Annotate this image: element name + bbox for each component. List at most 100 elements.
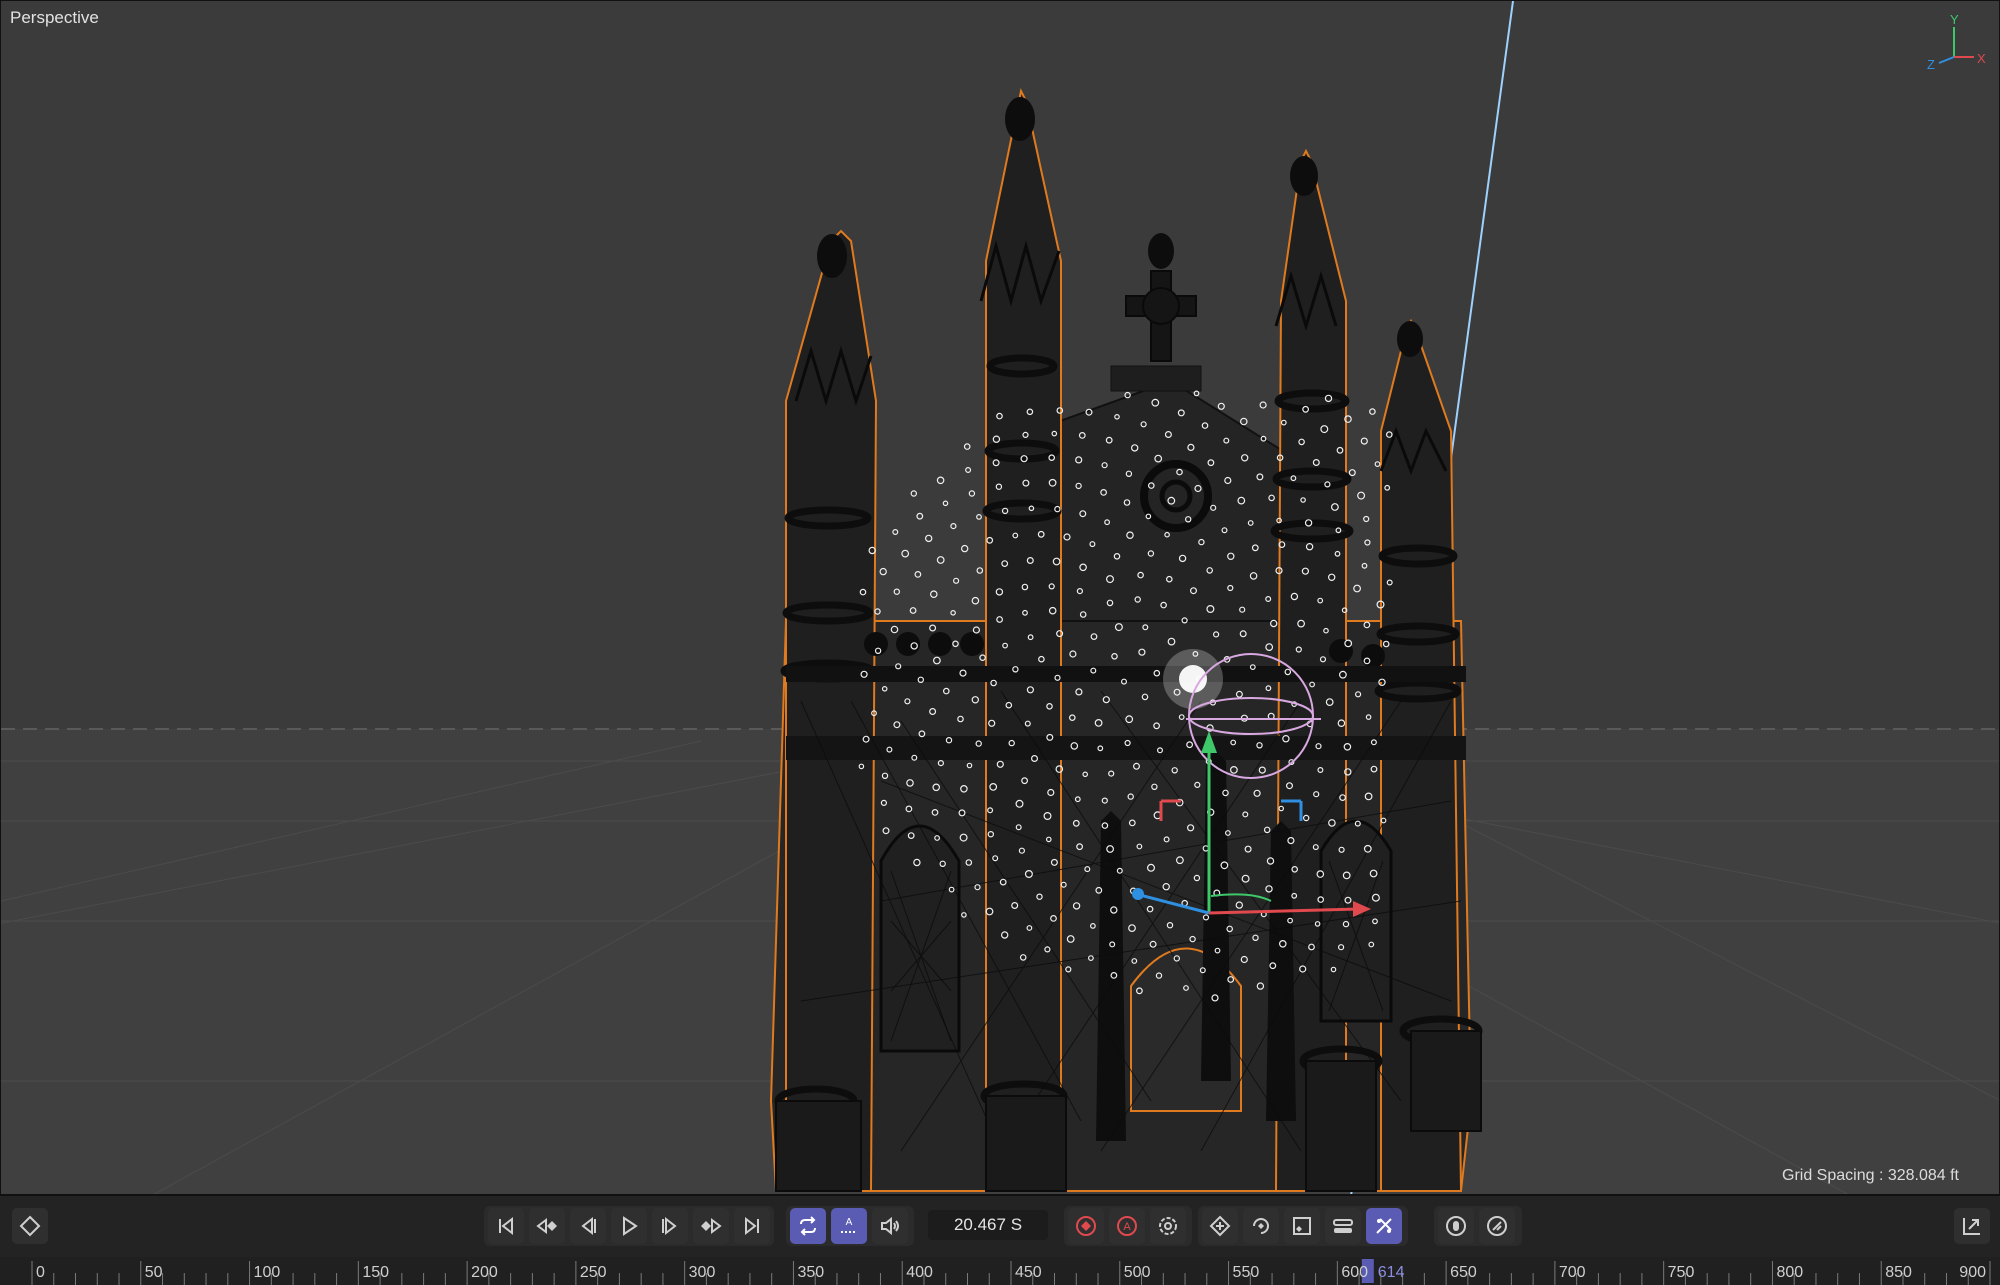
3d-viewport[interactable]: Perspective Y X Z Grid Spacing : 328.084… bbox=[0, 0, 2000, 1195]
timeline-expand-icon bbox=[1963, 1218, 1980, 1235]
scale-key-icon bbox=[1293, 1217, 1311, 1235]
ruler-tick-label: 450 bbox=[1015, 1264, 1042, 1281]
particle-dot bbox=[879, 567, 887, 576]
scene-canvas[interactable] bbox=[1, 1, 2000, 1195]
particle-dot bbox=[1357, 491, 1366, 500]
particle-dot bbox=[914, 571, 922, 578]
particle-dot bbox=[929, 590, 938, 599]
particle-dot bbox=[936, 476, 945, 485]
move-key-icon bbox=[1209, 1215, 1231, 1237]
particle-dot bbox=[910, 490, 918, 497]
audio-button[interactable] bbox=[872, 1208, 908, 1244]
record-key-button[interactable] bbox=[1068, 1208, 1104, 1244]
particle-dot bbox=[874, 608, 881, 615]
speaker-icon bbox=[881, 1216, 899, 1236]
autokey-icon: A bbox=[841, 1217, 857, 1233]
particle-dot bbox=[952, 577, 960, 584]
particle-dot bbox=[1240, 417, 1248, 426]
ruler-tick-label: 600 bbox=[1341, 1264, 1368, 1281]
auto-key-icon: A bbox=[1117, 1216, 1137, 1236]
particle-dot bbox=[901, 549, 910, 558]
ruler-tick-label: 200 bbox=[471, 1264, 498, 1281]
light-glow bbox=[1163, 649, 1223, 709]
ruler-tick-label: 100 bbox=[254, 1264, 281, 1281]
ruler-tick-label: 0 bbox=[36, 1264, 45, 1281]
timeline-ruler[interactable]: 0 50 100 150 200 250 300 350 400 450 500 550 600 650 7… bbox=[0, 1257, 2000, 1285]
ruler-tick-label: 900 bbox=[1959, 1264, 1986, 1281]
particle-dot bbox=[942, 500, 949, 507]
onion-skin-button[interactable] bbox=[1479, 1208, 1515, 1244]
svg-text:A: A bbox=[1123, 1221, 1131, 1233]
pla-key-icon bbox=[1376, 1218, 1392, 1234]
ruler-tick-label: 50 bbox=[145, 1264, 163, 1281]
auto-key-button[interactable]: A bbox=[1109, 1208, 1145, 1244]
particle-dot bbox=[961, 544, 969, 553]
particle-dot bbox=[1360, 437, 1368, 445]
particle-dot bbox=[1361, 562, 1368, 569]
loop-icon bbox=[800, 1216, 816, 1236]
particle-dot bbox=[1364, 539, 1371, 546]
play-icon bbox=[623, 1216, 638, 1236]
particle-dot bbox=[916, 512, 924, 520]
ruler-tick-label: 650 bbox=[1450, 1264, 1477, 1281]
move-key-button[interactable] bbox=[1202, 1208, 1238, 1244]
ruler-tick-label: 300 bbox=[689, 1264, 716, 1281]
ruler-tick-label: 850 bbox=[1885, 1264, 1912, 1281]
ruler-tick-label: 800 bbox=[1776, 1264, 1803, 1281]
pla-key-button[interactable] bbox=[1366, 1208, 1402, 1244]
z-arrow-icon bbox=[1132, 888, 1144, 900]
particle-dot bbox=[1348, 469, 1356, 477]
axis-y-label: Y bbox=[1950, 12, 1959, 27]
particle-dot bbox=[1369, 408, 1376, 415]
particle-dot bbox=[1217, 402, 1225, 410]
current-time-field[interactable]: 20.467 S bbox=[928, 1210, 1048, 1240]
cathedral-model[interactable] bbox=[769, 87, 1483, 1192]
ruler-tick-label: 350 bbox=[797, 1264, 824, 1281]
ruler-tick-label: 400 bbox=[906, 1264, 933, 1281]
axis-x-label: X bbox=[1977, 51, 1986, 66]
key-settings-button[interactable] bbox=[1150, 1208, 1186, 1244]
ruler-tick-label: 700 bbox=[1559, 1264, 1586, 1281]
prev-key-button[interactable] bbox=[529, 1208, 565, 1244]
axis-orientation-gizmo[interactable]: Y X Z bbox=[1919, 7, 1989, 69]
go-to-start-button[interactable] bbox=[488, 1208, 524, 1244]
ruler-tick-label: 250 bbox=[580, 1264, 607, 1281]
play-button[interactable] bbox=[611, 1208, 647, 1244]
motion-path-button[interactable] bbox=[1438, 1208, 1474, 1244]
particle-dot bbox=[892, 528, 899, 535]
particle-dot bbox=[965, 467, 972, 474]
prev-frame-button[interactable] bbox=[570, 1208, 606, 1244]
param-key-button[interactable] bbox=[1325, 1208, 1361, 1244]
scale-key-button[interactable] bbox=[1284, 1208, 1320, 1244]
autokey-button[interactable]: A bbox=[831, 1208, 867, 1244]
ruler-tick-label: 750 bbox=[1668, 1264, 1695, 1281]
go-to-end-button[interactable] bbox=[734, 1208, 770, 1244]
loop-button[interactable] bbox=[790, 1208, 826, 1244]
go-to-start-icon bbox=[499, 1216, 513, 1236]
particle-dot bbox=[976, 567, 984, 574]
motion-path-icon bbox=[1446, 1216, 1466, 1236]
rotate-key-button[interactable] bbox=[1243, 1208, 1279, 1244]
next-key-icon bbox=[701, 1218, 722, 1234]
particle-dot bbox=[1363, 515, 1370, 523]
timeline-expand-button[interactable] bbox=[1954, 1208, 1990, 1244]
particle-dot bbox=[950, 522, 957, 530]
prev-key-icon bbox=[536, 1218, 557, 1234]
particle-dot bbox=[1374, 461, 1381, 468]
rotate-key-icon bbox=[1253, 1218, 1269, 1234]
prev-frame-icon bbox=[581, 1216, 596, 1236]
viewport-label[interactable]: Perspective bbox=[10, 8, 99, 28]
param-key-icon bbox=[1333, 1219, 1353, 1233]
record-key-icon bbox=[1076, 1216, 1096, 1236]
particle-dot bbox=[1193, 390, 1200, 397]
autokey-label: A bbox=[846, 1217, 853, 1228]
next-key-button[interactable] bbox=[693, 1208, 729, 1244]
ruler-tick-label: 500 bbox=[1124, 1264, 1151, 1281]
ruler-tick-label: 150 bbox=[362, 1264, 389, 1281]
next-frame-button[interactable] bbox=[652, 1208, 688, 1244]
ruler-canvas[interactable]: 0 50 100 150 200 250 300 350 400 450 500 550 600 650 7… bbox=[0, 1257, 2000, 1285]
keyframe-button[interactable] bbox=[12, 1208, 48, 1244]
particle-dot bbox=[976, 514, 982, 520]
grid-spacing-readout: Grid Spacing : 328.084 ft bbox=[1782, 1167, 1959, 1184]
particle-dot bbox=[936, 556, 945, 564]
